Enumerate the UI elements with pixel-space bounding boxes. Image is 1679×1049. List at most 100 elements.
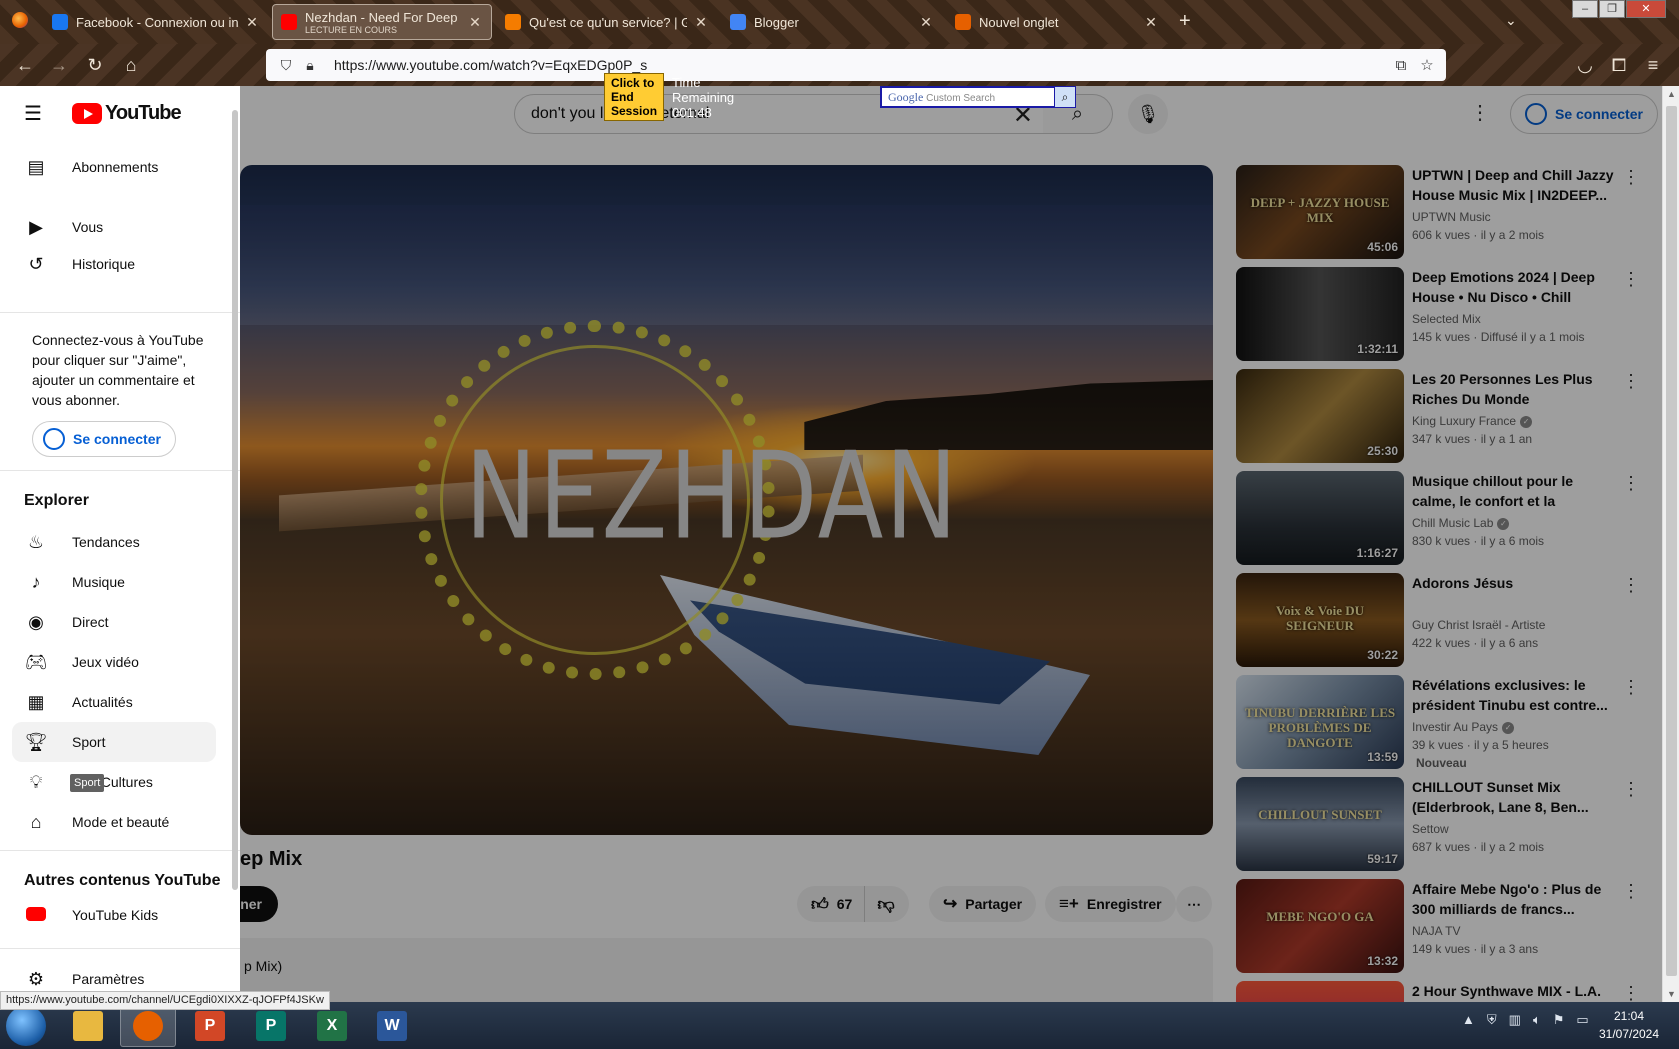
close-tab-icon[interactable]: ✕: [693, 14, 709, 31]
page-scrollbar[interactable]: ▲ ▼: [1662, 86, 1679, 1002]
guide-item-actualit-s[interactable]: ▦ Actualités: [12, 682, 216, 722]
system-clock[interactable]: 21:04 31/07/2024: [1594, 1007, 1664, 1043]
more-options-kebab-icon[interactable]: ⋮: [1622, 473, 1640, 494]
video-player[interactable]: NEZHDAN: [240, 165, 1213, 835]
channel-name[interactable]: Investir Au Pays ✓: [1412, 720, 1515, 734]
description-box[interactable]: p Mix): [226, 938, 1213, 1002]
close-window-button[interactable]: ✕: [1626, 0, 1666, 18]
network-icon[interactable]: ▥: [1509, 1012, 1521, 1028]
more-options-kebab-icon[interactable]: ⋮: [1622, 371, 1640, 392]
more-options-kebab-icon[interactable]: ⋮: [1622, 677, 1640, 698]
taskbar-app-excel[interactable]: X: [304, 1005, 360, 1047]
end-session-button[interactable]: Click to End Session: [604, 73, 665, 121]
tray-expand-icon[interactable]: ▲: [1462, 1012, 1475, 1028]
channel-name[interactable]: King Luxury France ✓: [1412, 414, 1533, 428]
video-thumbnail[interactable]: DEEP + JAZZY HOUSE MIX 45:06: [1236, 165, 1404, 259]
guide-item-abonnements[interactable]: ▤ Abonnements: [12, 147, 216, 187]
more-actions-button[interactable]: ⋯: [1176, 886, 1212, 922]
taskbar-app-explorer[interactable]: [60, 1005, 116, 1047]
taskbar-app-powerpoint[interactable]: P: [182, 1005, 238, 1047]
guide-scrollbar[interactable]: [232, 110, 238, 890]
guide-item-historique[interactable]: ↺ Historique: [12, 244, 216, 284]
taskbar-app-word[interactable]: W: [364, 1005, 420, 1047]
new-tab-button[interactable]: +: [1179, 10, 1191, 33]
guide-item-direct[interactable]: ◉ Direct: [12, 602, 216, 642]
video-thumbnail[interactable]: 1:32:11: [1236, 267, 1404, 361]
channel-name[interactable]: NAJA TV: [1412, 924, 1460, 938]
video-thumbnail[interactable]: [1236, 981, 1404, 1002]
volume-icon[interactable]: 🔈︎: [1533, 1012, 1541, 1028]
channel-name[interactable]: Guy Christ Israël - Artiste: [1412, 618, 1545, 632]
microphone-icon[interactable]: 🎙︎: [1128, 94, 1168, 134]
close-tab-icon[interactable]: ✕: [244, 14, 260, 31]
more-options-kebab-icon[interactable]: ⋮: [1622, 779, 1640, 800]
picture-in-picture-icon[interactable]: ⧉: [1388, 57, 1414, 74]
minimize-button[interactable]: –: [1572, 0, 1598, 18]
guide-item-jeux-vid-o[interactable]: 🎮︎ Jeux vidéo: [12, 642, 216, 682]
hamburger-menu-icon[interactable]: ☰: [24, 104, 48, 124]
video-title[interactable]: CHILLOUT Sunset Mix (Elderbrook, Lane 8,…: [1412, 777, 1618, 817]
save-button[interactable]: ≡+ Enregistrer: [1045, 886, 1176, 922]
browser-tab[interactable]: Facebook - Connexion ou inscr ✕: [44, 4, 268, 40]
guide-item-youtube-kids[interactable]: YouTube Kids: [12, 895, 216, 935]
guide-item-rs-cultures[interactable]: 💡︎ rs & Cultures: [12, 762, 216, 802]
reload-icon[interactable]: ↻: [82, 52, 108, 78]
start-button[interactable]: [6, 1006, 46, 1046]
pocket-icon[interactable]: ◡: [1572, 52, 1598, 78]
guide-item-mode-et-beaut-[interactable]: ⌂ Mode et beauté: [12, 802, 216, 842]
video-thumbnail[interactable]: MEBE NGO'O GA 13:32: [1236, 879, 1404, 973]
guide-item-tendances[interactable]: ♨ Tendances: [12, 522, 216, 562]
url-text[interactable]: https://www.youtube.com/watch?v=EqxEDGp0…: [334, 57, 1388, 73]
recommendation-item[interactable]: CHILLOUT SUNSET 59:17 CHILLOUT Sunset Mix …: [1236, 777, 1656, 871]
recommendation-item[interactable]: 1:16:27 Musique chillout pour le calme, l…: [1236, 471, 1656, 565]
taskbar-app-publisher[interactable]: P: [243, 1005, 299, 1047]
dislike-button[interactable]: 👎︎: [865, 886, 909, 922]
video-title[interactable]: 2 Hour Synthwave MIX - L.A.: [1412, 981, 1618, 1001]
browser-tab[interactable]: Blogger ✕: [722, 4, 942, 40]
more-options-kebab-icon[interactable]: ⋮: [1622, 575, 1640, 596]
address-bar[interactable]: ⛉ 🔒︎ https://www.youtube.com/watch?v=Eqx…: [266, 49, 1446, 81]
video-title[interactable]: UPTWN | Deep and Chill Jazzy House Music…: [1412, 165, 1618, 205]
guide-item-musique[interactable]: ♪ Musique: [12, 562, 216, 602]
custom-search-button[interactable]: ⌕: [1054, 86, 1076, 108]
settings-kebab-icon[interactable]: ⋮: [1470, 100, 1490, 125]
more-options-kebab-icon[interactable]: ⋮: [1622, 269, 1640, 290]
firefox-menu-icon[interactable]: [12, 12, 28, 28]
video-title[interactable]: Les 20 Personnes Les Plus Riches Du Mond…: [1412, 369, 1618, 409]
scrollbar-thumb[interactable]: [1666, 106, 1677, 976]
extensions-icon[interactable]: ⧠: [1606, 52, 1632, 78]
security-shield-icon[interactable]: ⛨: [1487, 1012, 1497, 1028]
recommendation-item[interactable]: DEEP + JAZZY HOUSE MIX 45:06 UPTWN | Deep …: [1236, 165, 1656, 259]
like-button[interactable]: 👍︎ 67: [797, 886, 866, 922]
browser-tab[interactable]: Nezhdan - Need For Deep MixLECTURE EN CO…: [272, 4, 492, 40]
video-thumbnail[interactable]: Voix & Voie DU SEIGNEUR 30:22: [1236, 573, 1404, 667]
guide-item-sport[interactable]: 🏆︎ Sport: [12, 722, 216, 762]
forward-arrow-icon[interactable]: →: [46, 52, 72, 78]
flag-icon[interactable]: ⚑: [1553, 1012, 1565, 1028]
recommendation-item[interactable]: 25:30 Les 20 Personnes Les Plus Riches Du…: [1236, 369, 1656, 463]
more-options-kebab-icon[interactable]: ⋮: [1622, 881, 1640, 902]
app-menu-icon[interactable]: ≡: [1640, 52, 1666, 78]
more-options-kebab-icon[interactable]: ⋮: [1622, 983, 1640, 1002]
close-tab-icon[interactable]: ✕: [467, 14, 483, 31]
youtube-logo[interactable]: YouTube: [72, 102, 182, 125]
bookmark-star-icon[interactable]: ☆: [1414, 56, 1440, 74]
video-title[interactable]: Révélations exclusives: le président Tin…: [1412, 675, 1618, 715]
channel-name[interactable]: Settow: [1412, 822, 1449, 836]
list-all-tabs-chevron-icon[interactable]: ⌄: [1505, 12, 1517, 29]
close-tab-icon[interactable]: ✕: [1143, 14, 1159, 31]
home-icon[interactable]: ⌂: [118, 52, 144, 78]
more-options-kebab-icon[interactable]: ⋮: [1622, 167, 1640, 188]
channel-name[interactable]: Selected Mix: [1412, 312, 1481, 326]
browser-tab[interactable]: Qu'est ce qu'un service? | Goog ✕: [497, 4, 717, 40]
recommendation-item[interactable]: TINUBU DERRIÈRE LES PROBLÈMES DE DANGOTE…: [1236, 675, 1656, 770]
scroll-down-arrow-icon[interactable]: ▼: [1663, 986, 1679, 1002]
signin-button[interactable]: Se connecter: [1510, 94, 1658, 134]
display-icon[interactable]: ▭: [1576, 1012, 1588, 1028]
recommendation-item[interactable]: 1:32:11 Deep Emotions 2024 | Deep House •…: [1236, 267, 1656, 361]
guide-item-vous[interactable]: ▶ Vous: [12, 207, 216, 247]
video-thumbnail[interactable]: TINUBU DERRIÈRE LES PROBLÈMES DE DANGOTE…: [1236, 675, 1404, 769]
recommendation-item[interactable]: 2 Hour Synthwave MIX - L.A. ⋮: [1236, 981, 1656, 1002]
channel-name[interactable]: UPTWN Music: [1412, 210, 1491, 224]
back-arrow-icon[interactable]: ←: [12, 52, 38, 78]
